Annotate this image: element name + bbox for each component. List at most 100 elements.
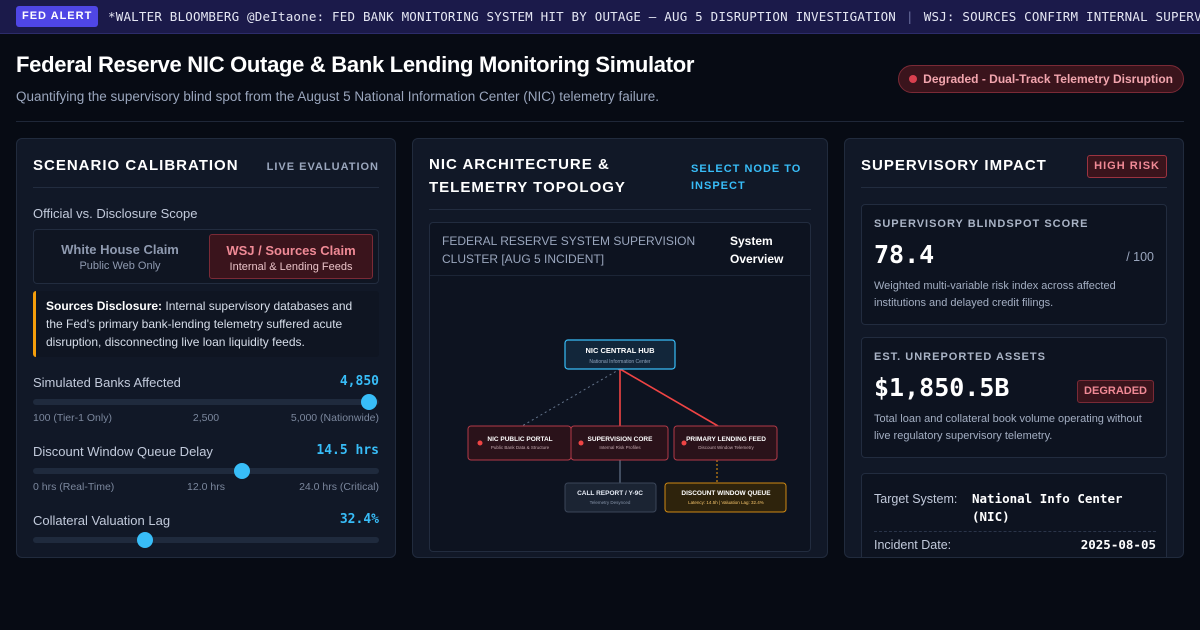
degraded-badge: DEGRADED [1077, 380, 1154, 403]
news-ticker: FED ALERT *WALTER BLOOMBERG @DeItaone: F… [0, 0, 1200, 34]
node-nic-central-hub[interactable]: NIC CENTRAL HUB National Information Cen… [564, 339, 676, 370]
fed-alert-badge: FED ALERT [16, 6, 99, 27]
scenario-calibration-panel: SCENARIO CALIBRATION LIVE EVALUATION Off… [16, 138, 396, 558]
metric-label: SUPERVISORY BLINDSPOT SCORE [874, 218, 1089, 230]
ticker-text: *WALTER BLOOMBERG @DeItaone: FED BANK MO… [108, 9, 1200, 24]
topology-canvas: FEDERAL RESERVE SYSTEM SUPERVISION CLUST… [429, 222, 811, 552]
slider-value: 4,850 [339, 374, 379, 389]
ticker-item: *WALTER BLOOMBERG @DeItaone: FED BANK MO… [108, 9, 897, 24]
ticker-item: WSJ: SOURCES CONFIRM INTERNAL SUPERVISOR… [923, 9, 1200, 24]
panel-divider [429, 209, 811, 210]
detail-value: National Info Center (NIC) [972, 491, 1123, 524]
node-supervision-core[interactable]: SUPERVISION CORE Internal Risk Profiles [570, 425, 669, 461]
metric-value: $1,850.5B [874, 373, 1010, 402]
cluster-name: FEDERAL RESERVE SYSTEM SUPERVISION CLUST… [442, 234, 696, 266]
option-title: White House Claim [61, 242, 179, 257]
node-title: DISCOUNT WINDOW QUEUE [681, 490, 771, 497]
detail-divider [874, 531, 1156, 532]
detail-key: Incident Date: [874, 538, 952, 552]
page-title: Federal Reserve NIC Outage & Bank Lendin… [16, 52, 695, 77]
topology-panel: NIC ARCHITECTURE & TELEMETRY TOPOLOGY SE… [412, 138, 828, 558]
slider-label: Simulated Banks Affected [33, 375, 181, 390]
node-title: NIC PUBLIC PORTAL [487, 436, 552, 443]
live-evaluation-tag: LIVE EVALUATION [266, 161, 379, 173]
select-node-hint: SELECT NODE TO INSPECT [691, 163, 802, 192]
status-dot-icon [909, 75, 918, 83]
node-subtitle: Telemetry Desynced [590, 500, 631, 505]
metric-description: Total loan and collateral book volume op… [874, 413, 1142, 442]
slider-track[interactable] [33, 532, 379, 548]
slider-track[interactable] [33, 394, 379, 410]
panel-title: NIC ARCHITECTURE & TELEMETRY TOPOLOGY [429, 156, 626, 196]
tick-max: 5,000 (Nationwide) [290, 412, 379, 424]
node-box [467, 425, 572, 461]
unreported-assets-card: EST. UNREPORTED ASSETS $1,850.5B DEGRADE… [861, 337, 1167, 458]
node-title: CALL REPORT / Y-9C [577, 490, 643, 497]
metric-suffix: / 100 [1126, 250, 1154, 264]
topology-header: FEDERAL RESERVE SYSTEM SUPERVISION CLUST… [430, 223, 810, 276]
node-title: NIC CENTRAL HUB [585, 346, 655, 355]
disclosure-title: Sources Disclosure: [46, 299, 163, 313]
blindspot-score-card: SUPERVISORY BLINDSPOT SCORE 78.4 / 100 W… [861, 204, 1167, 325]
option-subtitle: Internal & Lending Feeds [229, 261, 353, 273]
wsj-sources-claim-option[interactable]: WSJ / Sources Claim Internal & Lending F… [209, 234, 373, 279]
incident-details-card: Target System: National Info Center (NIC… [861, 473, 1167, 557]
header-divider [16, 121, 1184, 122]
panel-title: SUPERVISORY IMPACT [861, 157, 1047, 174]
edge-hub-portal [521, 368, 621, 427]
alert-dot-icon [477, 440, 483, 446]
edge-hub-lending [619, 368, 719, 427]
panel-divider [33, 187, 379, 188]
option-title: WSJ / Sources Claim [226, 243, 356, 258]
node-box [570, 425, 669, 461]
high-risk-badge: HIGH RISK [1087, 155, 1167, 178]
node-subtitle: Discount Window Telemetry [698, 445, 754, 450]
slider-track[interactable] [33, 463, 379, 479]
node-subtitle: Latency: 14.5h | Valuation Lag: 32.4% [688, 500, 764, 505]
tick-min: 0 hrs (Real-Time) [33, 481, 115, 493]
sources-disclosure-note: Sources Disclosure: Internal supervisory… [33, 291, 379, 357]
node-title: PRIMARY LENDING FEED [686, 436, 766, 443]
status-badge: Degraded - Dual-Track Telemetry Disrupti… [898, 65, 1184, 93]
detail-key: Target System: [874, 492, 958, 506]
slider-value: 32.4% [339, 512, 379, 527]
slider-thumb[interactable] [360, 394, 377, 410]
scope-toggle: White House Claim Public Web Only WSJ / … [33, 229, 379, 284]
slider-label: Collateral Valuation Lag [33, 513, 171, 528]
node-subtitle: Public Bank Data & Structure [491, 445, 550, 450]
page-subtitle: Quantifying the supervisory blind spot f… [16, 89, 660, 104]
ticker-separator: | [906, 9, 914, 24]
panel-title: SCENARIO CALIBRATION [33, 157, 239, 174]
node-subtitle: National Information Center [589, 359, 650, 365]
node-subtitle: Internal Risk Profiles [599, 445, 641, 450]
tick-mid: 12.0 hrs [187, 481, 225, 493]
node-box [673, 425, 778, 461]
scope-label: Official vs. Disclosure Scope [33, 206, 198, 221]
supervisory-impact-panel: SUPERVISORY IMPACT HIGH RISK SUPERVISORY… [844, 138, 1184, 558]
metric-label: EST. UNREPORTED ASSETS [874, 351, 1046, 363]
metric-description: Weighted multi-variable risk index acros… [874, 280, 1116, 309]
panel-divider [861, 187, 1167, 188]
node-discount-window-queue[interactable]: DISCOUNT WINDOW QUEUE Latency: 14.5h | V… [664, 482, 787, 513]
system-overview-label: System Overview [730, 234, 784, 266]
node-title: SUPERVISION CORE [588, 436, 654, 443]
detail-value: 2025-08-05 [1080, 537, 1156, 552]
slider-thumb[interactable] [233, 463, 250, 479]
alert-dot-icon [578, 440, 584, 446]
option-subtitle: Public Web Only [79, 260, 161, 272]
node-box [664, 482, 787, 513]
node-box [564, 482, 657, 513]
status-text: Degraded - Dual-Track Telemetry Disrupti… [923, 72, 1173, 86]
node-call-report[interactable]: CALL REPORT / Y-9C Telemetry Desynced [564, 482, 657, 513]
node-nic-public-portal[interactable]: NIC PUBLIC PORTAL Public Bank Data & Str… [467, 425, 572, 461]
slider-value: 14.5 hrs [316, 443, 379, 458]
white-house-claim-option[interactable]: White House Claim Public Web Only [38, 234, 202, 279]
tick-max: 24.0 hrs (Critical) [299, 481, 379, 493]
slider-label: Discount Window Queue Delay [33, 444, 213, 459]
slider-thumb[interactable] [137, 532, 154, 548]
tick-mid: 2,500 [192, 412, 220, 424]
metric-value: 78.4 [874, 240, 935, 269]
tick-min: 100 (Tier-1 Only) [33, 412, 112, 424]
topology-diagram: NIC CENTRAL HUB National Information Cen… [467, 339, 787, 513]
node-primary-lending-feed[interactable]: PRIMARY LENDING FEED Discount Window Tel… [673, 425, 778, 461]
